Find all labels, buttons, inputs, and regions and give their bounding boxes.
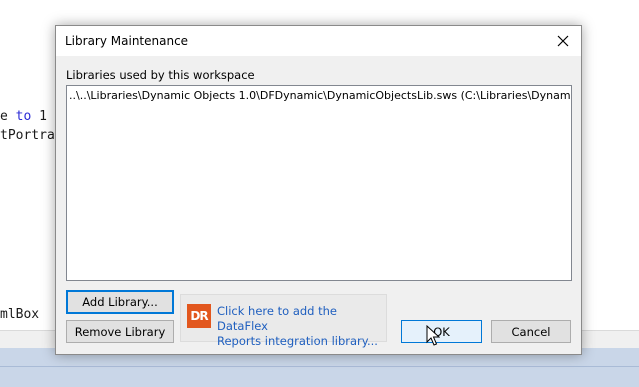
dataflex-reports-logo: DR [187, 304, 211, 328]
close-icon [557, 35, 569, 47]
close-button[interactable] [545, 26, 581, 56]
remove-library-button[interactable]: Remove Library [66, 320, 174, 343]
code-line: mlBox [0, 307, 40, 322]
cancel-button[interactable]: Cancel [491, 320, 571, 343]
dialog-title: Library Maintenance [65, 34, 189, 48]
libraries-listbox[interactable]: ..\..\Libraries\Dynamic Objects 1.0\DFDy… [66, 85, 572, 281]
dataflex-reports-panel[interactable]: DR Click here to add the DataFlex Report… [180, 294, 387, 348]
ok-button[interactable]: OK [401, 320, 482, 343]
add-library-button[interactable]: Add Library... [66, 290, 174, 314]
code-line: e to 1 [0, 109, 47, 124]
mouse-pointer-icon [426, 325, 440, 346]
library-maintenance-dialog: Library Maintenance Libraries used by th… [55, 25, 582, 355]
dataflex-reports-link[interactable]: Click here to add the DataFlex Reports i… [217, 304, 386, 349]
code-line: tPortra [0, 128, 55, 143]
dialog-titlebar[interactable]: Library Maintenance [56, 26, 581, 56]
list-item[interactable]: ..\..\Libraries\Dynamic Objects 1.0\DFDy… [69, 89, 571, 102]
libraries-list-label: Libraries used by this workspace [66, 68, 255, 82]
